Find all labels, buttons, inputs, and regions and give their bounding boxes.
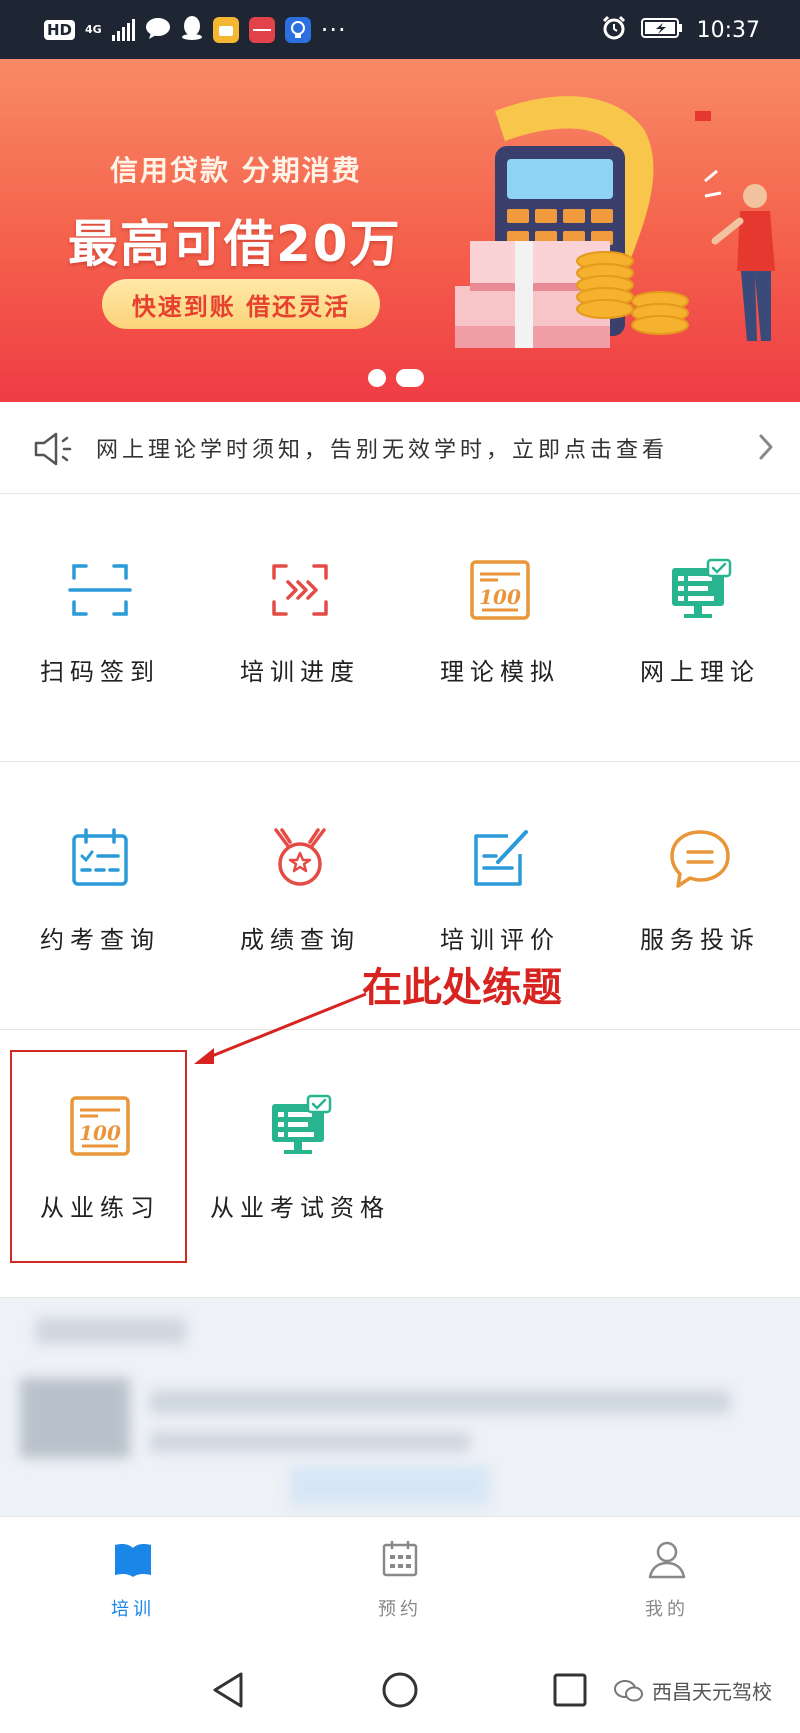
notice-text: 网上理论学时须知，告别无效学时，立即点击查看 (96, 438, 669, 463)
carousel-dot-active[interactable] (396, 369, 424, 387)
tab-training[interactable]: 培训 (0, 1517, 266, 1647)
tab-label: 培训 (111, 1599, 155, 1620)
status-left: HD 4G ··· (44, 14, 347, 46)
signal-icon (111, 19, 135, 41)
chevron-right-icon[interactable] (758, 432, 774, 462)
grid-item-label: 服务投诉 (640, 926, 760, 954)
grid-item-label: 成绩查询 (240, 926, 360, 954)
online-theory-icon (272, 1094, 332, 1154)
app-yellow-icon (212, 17, 239, 43)
calendar-grid-icon (382, 1541, 418, 1577)
grid-item-label: 扫码签到 (40, 658, 160, 686)
more-notifications-icon: ··· (320, 16, 347, 44)
annotation-text: 在此处练题 (362, 965, 562, 1011)
tab-appointment[interactable]: 预约 (267, 1517, 533, 1647)
blurred-content (0, 1298, 800, 1516)
person-icon (648, 1541, 686, 1579)
grid-item-online-theory[interactable]: 网上理论 (600, 494, 800, 762)
tab-mine[interactable]: 我的 (534, 1517, 800, 1647)
hd-badge: HD (44, 20, 76, 40)
system-nav-bar: 西昌天元驾校 (0, 1646, 800, 1733)
carousel-dots[interactable] (368, 369, 424, 387)
medal-icon (274, 828, 326, 886)
svg-text:100: 100 (479, 585, 521, 609)
grid-item-training-progress[interactable]: 培训进度 (200, 494, 400, 762)
online-theory-icon (672, 558, 732, 618)
banner-pill: 快速到账 借还灵活 (102, 279, 380, 329)
banner-subtitle: 信用贷款 分期消费 (110, 154, 362, 187)
scan-icon (68, 564, 132, 616)
bottom-tab-bar: 培训 预约 我的 (0, 1516, 800, 1646)
app-bulb-icon (284, 17, 311, 43)
watermark: 西昌天元驾校 (614, 1676, 772, 1705)
home-icon[interactable] (378, 1668, 422, 1712)
alarm-icon (601, 15, 627, 45)
network-type: 4G (85, 23, 102, 36)
function-grid-row-1: 扫码签到 培训进度 100 理论模拟 网上理论 (0, 494, 800, 762)
carousel-dot[interactable] (368, 369, 386, 387)
message-icon (145, 16, 171, 44)
promo-banner[interactable]: 信用贷款 分期消费 最高可借20万 快速到账 借还灵活 (0, 59, 800, 402)
grid-item-label: 从业考试资格 (210, 1194, 390, 1222)
calendar-icon (72, 828, 128, 886)
app-huawei-icon (248, 17, 275, 43)
wechat-icon (614, 1679, 643, 1701)
grid-item-theory-simulation[interactable]: 100 理论模拟 (400, 494, 600, 762)
evaluate-icon (474, 830, 528, 886)
clock: 10:37 (696, 17, 760, 43)
grid-item-label: 理论模拟 (440, 658, 560, 686)
speaker-icon (34, 432, 72, 466)
grid-item-label: 网上理论 (640, 658, 760, 686)
exam-100-icon: 100 (470, 560, 530, 620)
book-icon (115, 1544, 151, 1577)
grid-item-qualification-exam[interactable]: 从业考试资格 (200, 1030, 400, 1298)
annotation-arrow-icon (194, 992, 367, 1064)
banner-headline: 最高可借20万 (68, 215, 402, 273)
grid-item-label: 约考查询 (40, 926, 160, 954)
recents-icon[interactable] (548, 1668, 592, 1712)
progress-icon (272, 564, 328, 616)
battery-icon (640, 17, 683, 43)
highlight-box (10, 1050, 187, 1263)
qq-icon (181, 15, 203, 45)
status-right: 10:37 (601, 14, 760, 46)
status-bar: HD 4G ··· 10:37 (0, 0, 800, 59)
tab-label: 预约 (378, 1599, 422, 1620)
tab-label: 我的 (645, 1599, 689, 1620)
banner-illustration (455, 96, 775, 348)
back-icon[interactable] (207, 1668, 251, 1712)
chat-icon (670, 830, 730, 888)
grid-item-exam-appointment[interactable]: 约考查询 (0, 762, 200, 1030)
notice-bar[interactable]: 网上理论学时须知，告别无效学时，立即点击查看 (0, 402, 800, 494)
grid-item-service-complaint[interactable]: 服务投诉 (600, 762, 800, 1030)
grid-item-label: 培训评价 (440, 926, 560, 954)
grid-item-label: 培训进度 (240, 658, 360, 686)
watermark-text: 西昌天元驾校 (652, 1680, 772, 1704)
blurred-news-section (0, 1298, 800, 1516)
grid-item-scan-sign-in[interactable]: 扫码签到 (0, 494, 200, 762)
